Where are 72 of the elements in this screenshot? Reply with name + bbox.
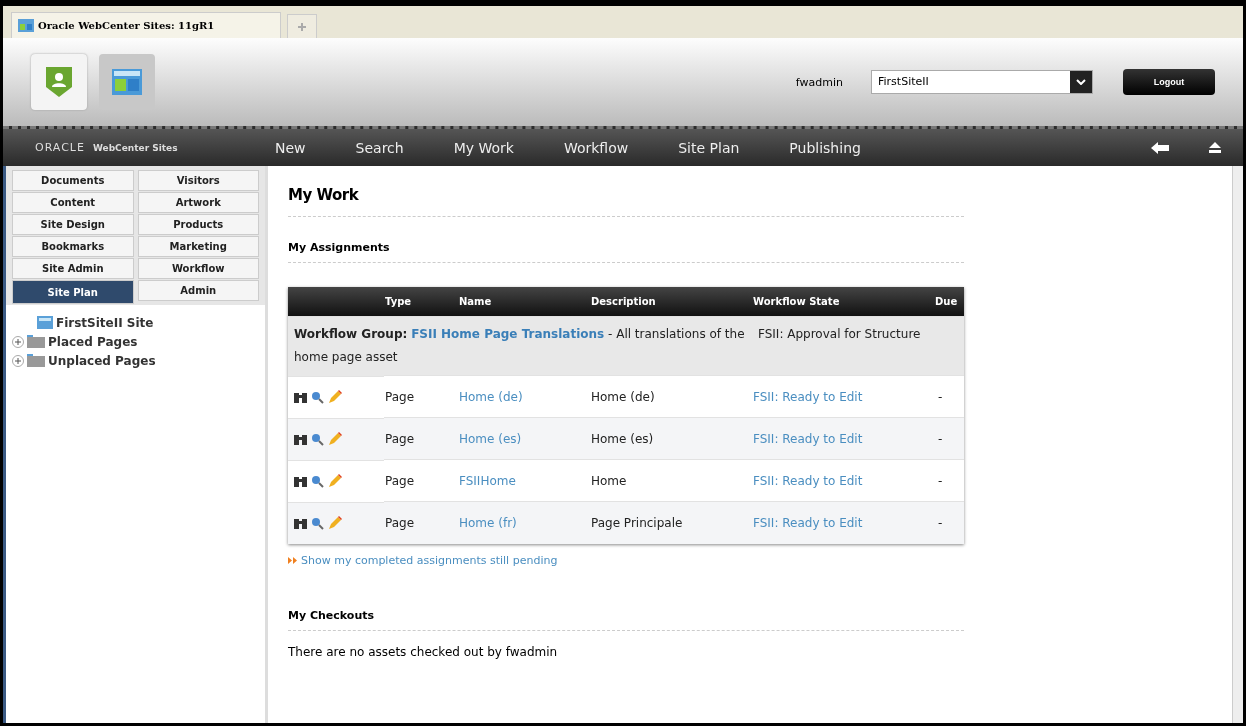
nav-menu-item[interactable]: Workflow	[563, 139, 629, 156]
browser-tab[interactable]: Oracle WebCenter Sites: 11gR1	[11, 12, 281, 38]
pencil-icon[interactable]	[328, 390, 342, 404]
contributor-interface-button[interactable]	[31, 54, 87, 110]
column-header: Workflow State	[752, 287, 934, 317]
sidebar-tab[interactable]: Marketing	[137, 236, 259, 257]
site-icon	[37, 316, 53, 329]
logout-button[interactable]: Logout	[1123, 69, 1215, 95]
table-cell: FSII: Approval for Structure	[752, 316, 964, 376]
table-cell: -	[934, 501, 964, 544]
show-completed-link[interactable]: Show my completed assignments still pending	[301, 553, 558, 567]
nav-menu-item[interactable]: Site Plan	[678, 139, 740, 156]
sidebar-tab[interactable]: Admin	[137, 280, 259, 301]
asset-link[interactable]: Home (de)	[459, 389, 523, 404]
username: fwadmin	[795, 75, 843, 89]
tree-item[interactable]: Unplaced Pages	[48, 353, 156, 368]
magnifier-icon[interactable]	[311, 390, 324, 404]
sidebar-tab[interactable]: Content	[12, 192, 134, 213]
folder-icon	[27, 335, 45, 348]
sidebar-tab[interactable]: Visitors	[137, 170, 259, 191]
panel-icon	[112, 69, 142, 95]
expand-toggle[interactable]	[12, 335, 24, 348]
oracle-logo: ORACLE	[35, 141, 85, 154]
sidebar-tab[interactable]: Products	[137, 214, 259, 235]
column-header: Type	[384, 287, 458, 317]
pencil-icon[interactable]	[328, 432, 342, 446]
asset-link[interactable]: FSIIHome	[459, 473, 516, 488]
scrollbar[interactable]	[1232, 166, 1243, 723]
expand-toggle[interactable]	[12, 354, 24, 367]
column-header: Due	[934, 287, 964, 317]
user-shield-icon	[44, 65, 74, 99]
table-cell: Page	[384, 501, 458, 544]
chevron-down-icon	[1076, 79, 1086, 85]
pencil-icon[interactable]	[328, 474, 342, 488]
section-title: My Checkouts	[288, 608, 376, 622]
column-header: Name	[458, 287, 590, 317]
sidebar-tab[interactable]: Documents	[12, 170, 134, 191]
app-icon	[18, 19, 34, 32]
product-name: WebCenter Sites	[92, 142, 178, 153]
tree-item[interactable]: FirstSiteII Site	[56, 315, 154, 330]
magnifier-icon[interactable]	[311, 516, 324, 530]
folder-icon	[27, 354, 45, 367]
table-cell: -	[934, 417, 964, 460]
site-select[interactable]: FirstSiteII	[871, 70, 1093, 94]
sidebar-tab[interactable]: Workflow	[137, 258, 259, 279]
double-arrow-icon	[288, 556, 298, 564]
nav-menu-item[interactable]: Publishing	[789, 139, 861, 156]
nav-menu-item[interactable]: Search	[355, 139, 404, 156]
plus-icon	[298, 22, 306, 31]
sidebar-tab[interactable]: Bookmarks	[12, 236, 134, 257]
arrow-icon[interactable]	[1151, 141, 1169, 154]
magnifier-icon[interactable]	[311, 474, 324, 488]
sidebar-tab[interactable]: Site Plan	[12, 280, 134, 304]
section-title: My Assignments	[288, 241, 391, 254]
column-header: Description	[590, 287, 752, 317]
pencil-icon[interactable]	[328, 516, 342, 530]
eject-icon[interactable]	[1209, 142, 1221, 153]
workflow-group-cell: Workflow Group: FSII Home Page Translations - All translations of the home page asset	[288, 316, 752, 376]
empty-message: There are no assets checked out by fwadmin	[288, 644, 559, 659]
sidebar-tab[interactable]: Site Admin	[12, 258, 134, 279]
tree-item[interactable]: Placed Pages	[48, 334, 138, 349]
table-cell: Home (es)	[590, 417, 752, 460]
workflow-state-link[interactable]: FSII: Ready to Edit	[753, 389, 863, 404]
page-title: My Work	[288, 186, 360, 206]
table-cell: Page	[384, 417, 458, 460]
magnifier-icon[interactable]	[311, 432, 324, 446]
nav-menu-item[interactable]: My Work	[453, 139, 514, 156]
sidebar-tab[interactable]: Artwork	[137, 192, 259, 213]
sidebar-tab[interactable]: Site Design	[12, 214, 134, 235]
table-cell: Page Principale	[590, 501, 752, 544]
workflow-state-link[interactable]: FSII: Ready to Edit	[753, 473, 863, 488]
nav-menu-item[interactable]: New	[275, 139, 306, 156]
